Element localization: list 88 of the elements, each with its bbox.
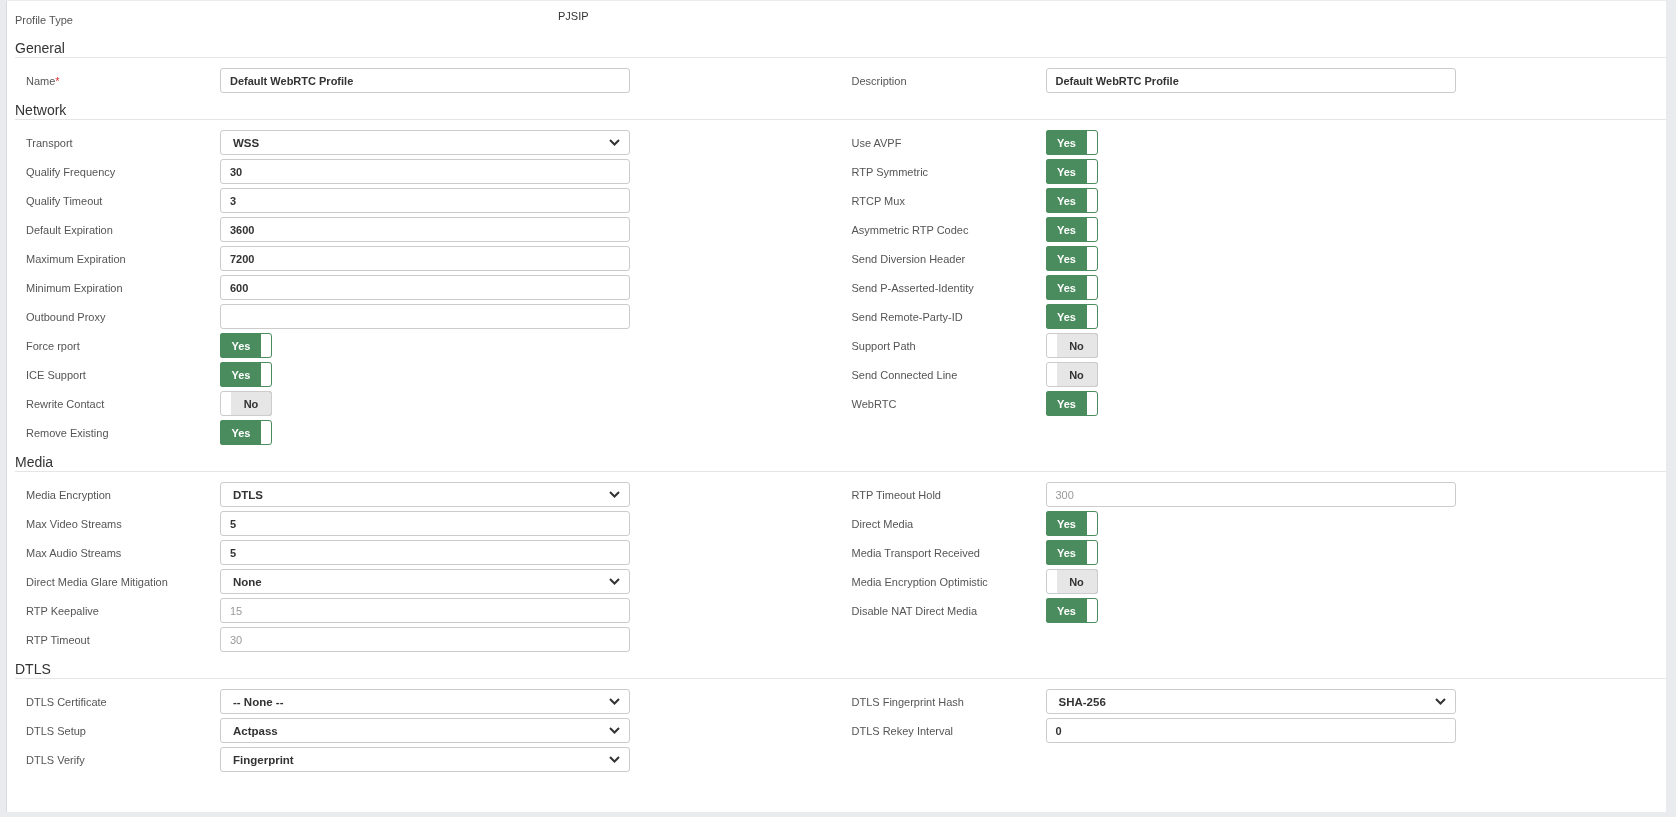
- field-label: Direct Media Glare Mitigation: [26, 575, 169, 588]
- field-label: Send Connected Line: [851, 368, 959, 381]
- toggle-switch[interactable]: Yes: [1045, 217, 1098, 242]
- text-field[interactable]: 3: [220, 188, 630, 213]
- field-label: RTP Timeout Hold: [851, 488, 942, 501]
- field-label: Media Encryption: [26, 488, 112, 501]
- field-label: Minimum Expiration: [26, 281, 124, 294]
- field-label: Default Expiration: [26, 223, 114, 236]
- field-label: Use AVPF: [851, 136, 903, 149]
- select-field[interactable]: SHA-256: [1045, 689, 1456, 714]
- text-field[interactable]: 600: [220, 275, 630, 300]
- toggle-switch[interactable]: Yes: [1045, 391, 1098, 416]
- toggle-switch[interactable]: Yes: [1045, 130, 1098, 155]
- field-label: Disable NAT Direct Media: [851, 604, 979, 617]
- select-field[interactable]: None: [220, 569, 630, 594]
- toggle-switch[interactable]: No: [1045, 362, 1098, 387]
- toggle-switch[interactable]: No: [1045, 569, 1098, 594]
- text-field[interactable]: Default WebRTC Profile: [220, 68, 630, 93]
- toggle-switch[interactable]: Yes: [1045, 598, 1098, 623]
- toggle-switch[interactable]: No: [1045, 333, 1098, 358]
- text-field[interactable]: [220, 304, 630, 329]
- field-label: Direct Media: [851, 517, 915, 530]
- chevron-down-icon: [609, 756, 620, 763]
- field-label: Remove Existing: [26, 426, 110, 439]
- toggle-switch[interactable]: Yes: [1045, 540, 1098, 565]
- field-label: Asymmetric RTP Codec: [851, 223, 970, 236]
- field-label: ICE Support: [26, 368, 87, 381]
- select-field[interactable]: Fingerprint: [220, 747, 630, 772]
- field-label: Maximum Expiration: [26, 252, 127, 265]
- field-label: Qualify Frequency: [26, 165, 117, 178]
- field-label: Media Transport Received: [851, 546, 981, 559]
- chevron-down-icon: [609, 578, 620, 585]
- field-label: DTLS Setup: [26, 724, 87, 737]
- text-field[interactable]: 5: [220, 511, 630, 536]
- text-field[interactable]: 30: [220, 159, 630, 184]
- section-heading: DTLS: [15, 661, 51, 677]
- field-label: DTLS Rekey Interval: [851, 724, 954, 737]
- field-label: Name*: [26, 74, 61, 87]
- text-field[interactable]: 5: [220, 540, 630, 565]
- toggle-switch[interactable]: Yes: [220, 420, 272, 445]
- text-field[interactable]: 7200: [220, 246, 630, 271]
- field-label: Max Audio Streams: [26, 546, 123, 559]
- field-label: RTP Keepalive: [26, 604, 100, 617]
- chevron-down-icon: [609, 139, 620, 146]
- field-label: WebRTC: [851, 397, 898, 410]
- field-label: RTP Symmetric: [851, 165, 930, 178]
- chevron-down-icon: [609, 727, 620, 734]
- field-label: Media Encryption Optimistic: [851, 575, 989, 588]
- field-label: Send Remote-Party-ID: [851, 310, 964, 323]
- toggle-switch[interactable]: Yes: [1045, 159, 1098, 184]
- section-heading: Network: [15, 102, 67, 118]
- field-label: DTLS Certificate: [26, 695, 108, 708]
- text-field[interactable]: Default WebRTC Profile: [1045, 68, 1456, 93]
- chevron-down-icon: [609, 491, 620, 498]
- field-label: RTP Timeout: [26, 633, 91, 646]
- profile-type-value: PJSIP: [558, 9, 589, 22]
- chevron-down-icon: [609, 698, 620, 705]
- toggle-switch[interactable]: Yes: [1045, 246, 1098, 271]
- section-heading: General: [15, 40, 65, 56]
- chevron-down-icon: [1434, 698, 1446, 705]
- toggle-switch[interactable]: Yes: [1045, 511, 1098, 536]
- field-label: Outbound Proxy: [26, 310, 107, 323]
- select-field[interactable]: WSS: [220, 130, 630, 155]
- select-field[interactable]: Actpass: [220, 718, 630, 743]
- toggle-switch[interactable]: Yes: [1045, 275, 1098, 300]
- field-label: Support Path: [851, 339, 917, 352]
- text-field[interactable]: 0: [1045, 718, 1456, 743]
- field-label: Max Video Streams: [26, 517, 123, 530]
- toggle-switch[interactable]: Yes: [220, 333, 272, 358]
- field-label: Description: [851, 74, 908, 87]
- field-label: DTLS Verify: [26, 753, 86, 766]
- field-label: Send Diversion Header: [851, 252, 967, 265]
- field-label: Send P-Asserted-Identity: [851, 281, 975, 294]
- select-field[interactable]: -- None --: [220, 689, 630, 714]
- text-field[interactable]: 3600: [220, 217, 630, 242]
- field-label: Profile Type: [15, 13, 74, 26]
- toggle-switch[interactable]: Yes: [1045, 188, 1098, 213]
- field-label: Force rport: [26, 339, 81, 352]
- field-label: Transport: [26, 136, 74, 149]
- field-label: DTLS Fingerprint Hash: [851, 695, 965, 708]
- field-label: Rewrite Contact: [26, 397, 106, 410]
- section-heading: Media: [15, 454, 54, 470]
- toggle-switch[interactable]: Yes: [220, 362, 272, 387]
- field-label: Qualify Timeout: [26, 194, 104, 207]
- select-field[interactable]: DTLS: [220, 482, 630, 507]
- field-label: RTCP Mux: [851, 194, 906, 207]
- toggle-switch[interactable]: Yes: [1045, 304, 1098, 329]
- toggle-switch[interactable]: No: [220, 391, 272, 416]
